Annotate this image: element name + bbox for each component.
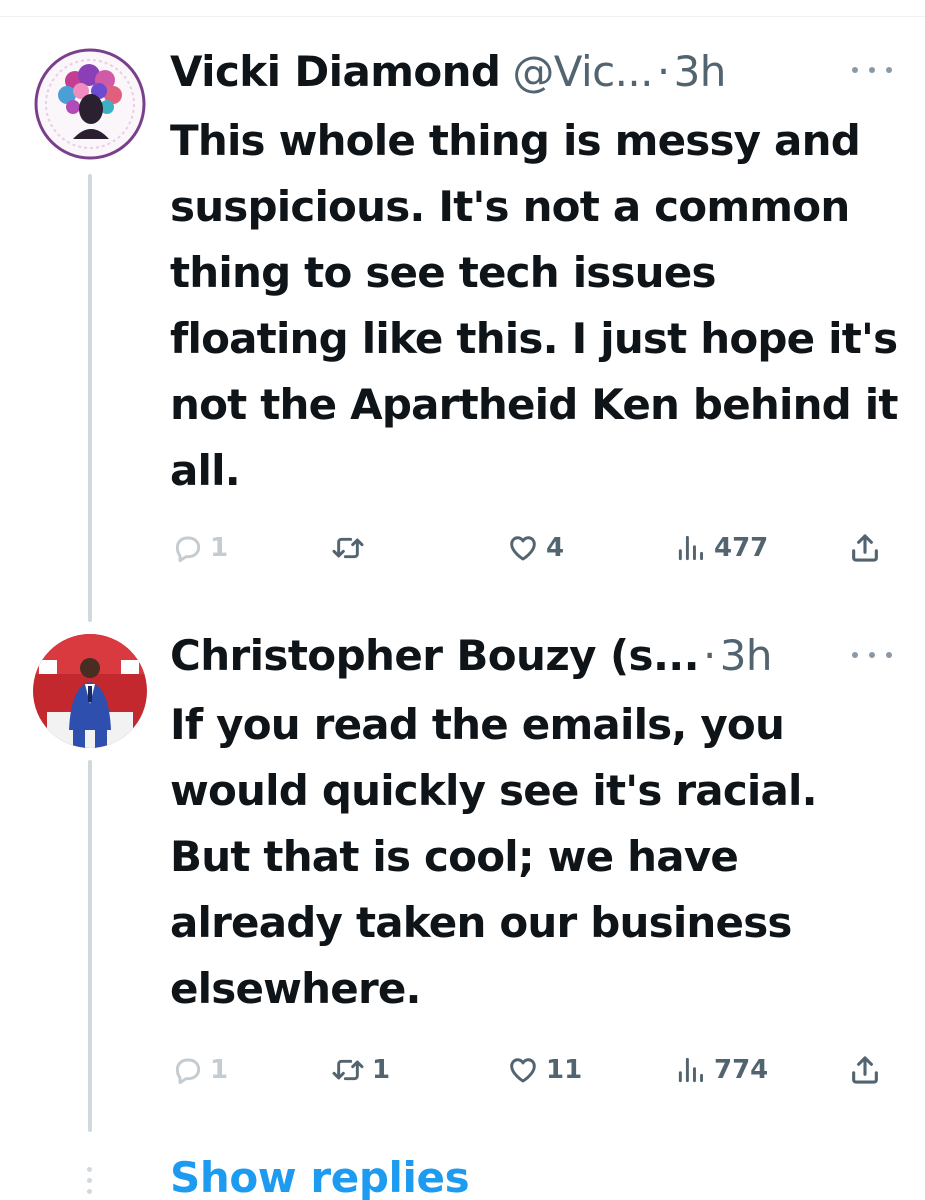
bar-chart-icon [678, 1057, 703, 1083]
upload-arrow-icon [852, 534, 878, 562]
more-options-icon[interactable] [852, 60, 892, 80]
timestamp[interactable]: 3h [720, 628, 773, 684]
speech-bubble-icon [175, 536, 201, 563]
speech-bubble-icon [175, 1058, 201, 1085]
view-count: 774 [714, 1055, 769, 1085]
heart-outline-icon [510, 1058, 536, 1083]
views-button[interactable]: 477 [674, 528, 768, 568]
reply-count: 1 [210, 1055, 229, 1085]
view-count: 477 [714, 533, 769, 563]
separator-dot: · [703, 631, 716, 680]
retweet-arrows-icon [332, 537, 364, 559]
retweet-count: 1 [372, 1055, 391, 1085]
tweet-header: Christopher Bouzy (s... · 3h [170, 628, 773, 684]
avatar[interactable] [33, 634, 147, 748]
thread-connector [88, 174, 92, 622]
reply-button[interactable]: 1 [172, 1050, 228, 1090]
like-button[interactable]: 4 [506, 528, 564, 568]
views-button[interactable]: 774 [674, 1050, 768, 1090]
retweet-button[interactable] [330, 528, 372, 568]
retweet-button[interactable]: 1 [330, 1050, 390, 1090]
collapsed-thread-dots-icon [83, 1167, 95, 1200]
like-count: 11 [546, 1055, 583, 1085]
tweet-header: Vicki Diamond @Vic... · 3h [170, 44, 726, 100]
tweet-text: This whole thing is messy and suspicious… [170, 116, 898, 495]
share-button[interactable] [848, 528, 882, 568]
like-count: 4 [546, 533, 565, 563]
heart-outline-icon [510, 536, 536, 561]
share-button[interactable] [848, 1050, 882, 1090]
timestamp[interactable]: 3h [674, 44, 727, 100]
separator-dot: · [656, 47, 670, 96]
tweet-actions: 1 1 11 774 [170, 1050, 895, 1090]
reply-button[interactable]: 1 [172, 528, 228, 568]
thread-view: Vicki Diamond @Vic... · 3h This whole th… [0, 0, 925, 1200]
tweet-actions: 1 4 477 [170, 528, 895, 568]
divider [0, 16, 925, 17]
reply-count: 1 [210, 533, 229, 563]
thread-connector [88, 760, 92, 1132]
display-name[interactable]: Christopher Bouzy (s... [170, 628, 700, 684]
display-name[interactable]: Vicki Diamond [170, 44, 501, 100]
retweet-arrows-icon [332, 1059, 364, 1081]
upload-arrow-icon [852, 1056, 878, 1084]
user-handle[interactable]: @Vic... [512, 44, 653, 100]
avatar[interactable] [33, 47, 147, 161]
bar-chart-icon [678, 535, 703, 561]
show-replies-link[interactable]: Show replies [170, 1150, 470, 1200]
more-options-icon[interactable] [852, 645, 892, 665]
like-button[interactable]: 11 [506, 1050, 582, 1090]
tweet-text: If you read the emails, you would quickl… [170, 700, 818, 1013]
